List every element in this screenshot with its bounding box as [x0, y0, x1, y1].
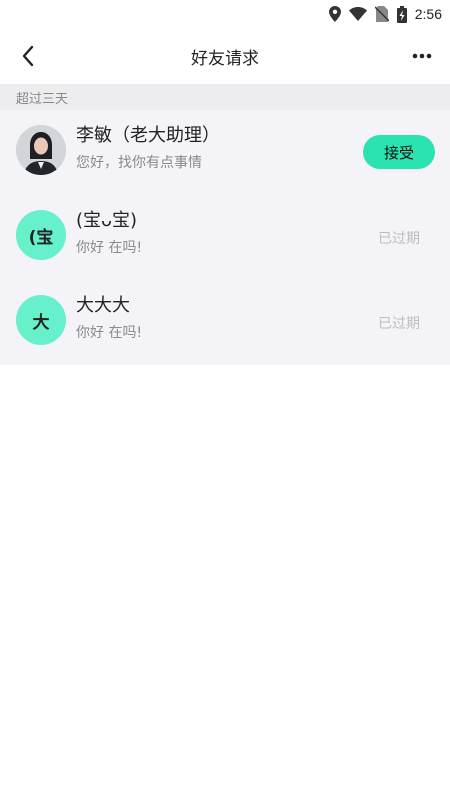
request-name: 李敏（老大助理） [76, 125, 220, 146]
more-button[interactable] [410, 44, 434, 68]
avatar: (宝 [16, 210, 66, 260]
avatar: 大 [16, 295, 66, 345]
page-title: 好友请求 [191, 48, 259, 69]
no-sim-icon [374, 6, 389, 22]
clock: 2:56 [414, 6, 442, 22]
request-message: 您好，找你有点事情 [76, 155, 202, 171]
request-message: 你好 在吗! [76, 325, 143, 341]
battery-charging-icon [396, 5, 407, 23]
request-name: (宝ᴗ宝) [76, 210, 138, 231]
friend-request-list: 李敏（老大助理） 您好，找你有点事情 接受 (宝 (宝ᴗ宝) 你好 在吗! 已过… [0, 110, 450, 365]
friend-request-item[interactable]: (宝 (宝ᴗ宝) 你好 在吗! 已过期 [0, 195, 450, 280]
back-button[interactable] [12, 40, 44, 72]
back-arrow-icon [22, 45, 34, 67]
expired-status: 已过期 [378, 316, 420, 332]
avatar [16, 125, 66, 175]
accept-button[interactable]: 接受 [363, 135, 435, 169]
more-dots-icon [412, 53, 432, 59]
person-photo-icon [16, 125, 66, 175]
location-icon [328, 6, 341, 22]
section-label: 超过三天 [0, 84, 450, 110]
friend-request-item[interactable]: 大 大大大 你好 在吗! 已过期 [0, 280, 450, 365]
wifi-icon [348, 7, 367, 21]
status-bar: 2:56 [0, 0, 450, 28]
request-message: 你好 在吗! [76, 240, 143, 256]
friend-request-item[interactable]: 李敏（老大助理） 您好，找你有点事情 接受 [0, 110, 450, 195]
expired-status: 已过期 [378, 231, 420, 247]
app-header: 好友请求 [0, 28, 450, 84]
request-name: 大大大 [76, 295, 130, 316]
